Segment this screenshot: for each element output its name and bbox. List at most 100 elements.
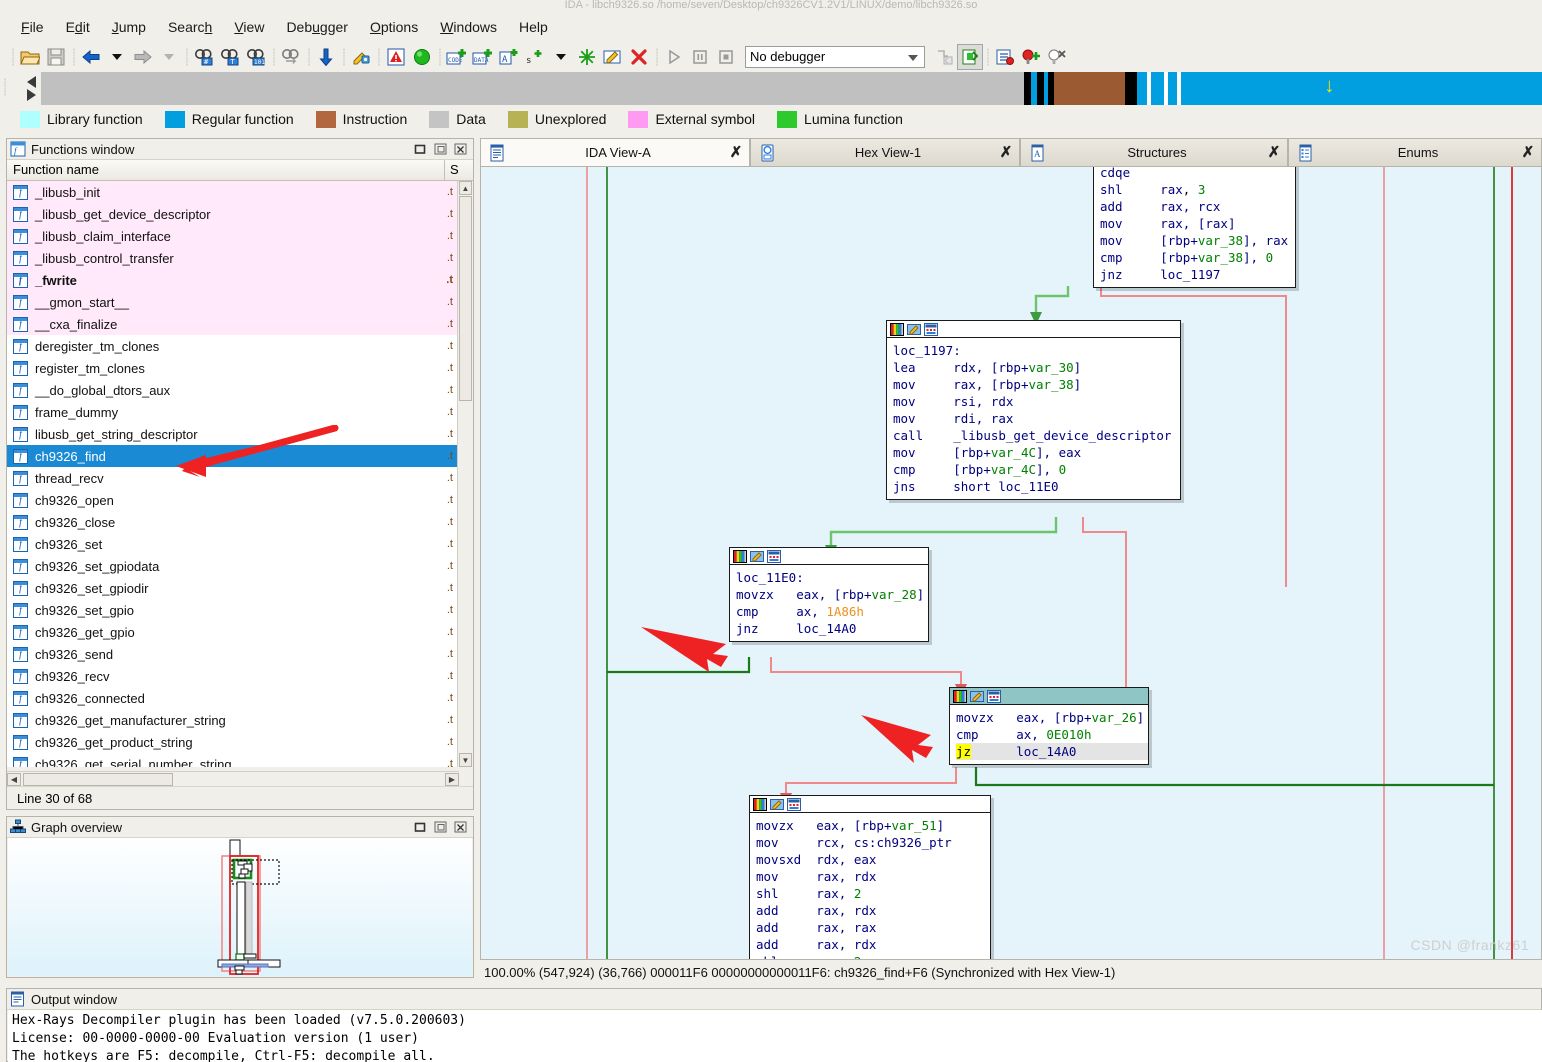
node-instruction-line[interactable]: mov rax, [rax] xyxy=(1100,215,1295,232)
delete-icon[interactable] xyxy=(626,44,652,70)
functions-list[interactable]: f _libusb_init .t f _libusb_get_device_descr… xyxy=(7,181,459,767)
function-list-row[interactable]: f ch9326_set_gpio .t xyxy=(7,599,459,621)
node-instruction-line[interactable]: movzx eax, [rbp+var_51] xyxy=(756,817,990,834)
function-list-row[interactable]: f __gmon_start__ .t xyxy=(7,291,459,313)
nav-forward-icon[interactable] xyxy=(130,44,156,70)
close-icon[interactable] xyxy=(450,819,470,835)
make-struct-dropdown-icon[interactable] xyxy=(548,44,574,70)
node-instruction-line[interactable]: add rax, rcx xyxy=(1100,198,1295,215)
tab-hex-view-1[interactable]: Hex View-1 ✗ xyxy=(750,138,1020,166)
function-list-row[interactable]: f register_tm_clones .t xyxy=(7,357,459,379)
node-color-icon[interactable] xyxy=(953,689,967,703)
column-function-name[interactable]: Function name xyxy=(7,160,445,180)
node-instruction-line[interactable]: mov rcx, cs:ch9326_ptr xyxy=(756,834,990,851)
function-list-row[interactable]: f _libusb_init .t xyxy=(7,181,459,203)
node-instruction-line[interactable]: cmp ax, 0E010h xyxy=(956,726,1148,743)
nav-back-icon[interactable] xyxy=(78,44,104,70)
function-list-row[interactable]: f ch9326_close .t xyxy=(7,511,459,533)
green-circle-icon[interactable] xyxy=(409,44,435,70)
node-titlebar[interactable] xyxy=(887,321,1180,338)
node-titlebar[interactable] xyxy=(750,796,990,813)
function-list-row[interactable]: f deregister_tm_clones .t xyxy=(7,335,459,357)
menu-search[interactable]: Search xyxy=(157,16,223,38)
node-instruction-line[interactable]: call _libusb_get_device_descriptor xyxy=(893,427,1180,444)
make-struct-icon[interactable]: s xyxy=(522,44,548,70)
restore-icon[interactable] xyxy=(410,141,430,157)
function-list-row[interactable]: f libusb_get_string_descriptor .t xyxy=(7,423,459,445)
nav-back-dropdown-icon[interactable] xyxy=(104,44,130,70)
node-instruction-line[interactable]: cmp [rbp+var_38], 0 xyxy=(1100,249,1295,266)
menu-jump[interactable]: Jump xyxy=(101,16,157,38)
close-icon[interactable] xyxy=(450,141,470,157)
node-group-icon[interactable] xyxy=(987,689,1001,703)
function-list-row[interactable]: f _fwrite .t xyxy=(7,269,459,291)
breakpoints-icon[interactable] xyxy=(992,44,1018,70)
warning-icon[interactable] xyxy=(383,44,409,70)
add-breakpoint-icon[interactable] xyxy=(1018,44,1044,70)
node-instruction-line[interactable]: movzx eax, [rbp+var_26] xyxy=(956,709,1148,726)
node-group-icon[interactable] xyxy=(767,549,781,563)
function-list-row[interactable]: f ch9326_recv .t xyxy=(7,665,459,687)
function-list-row[interactable]: f frame_dummy .t xyxy=(7,401,459,423)
scroll-left-arrow-icon[interactable]: ◀ xyxy=(7,773,21,786)
menu-windows[interactable]: Windows xyxy=(429,16,508,38)
edit-function-icon[interactable] xyxy=(348,44,374,70)
node-instruction-line[interactable]: mov rax, rdx xyxy=(756,868,990,885)
node-instruction-line[interactable]: shl rax, 2 xyxy=(756,885,990,902)
search-hash-icon[interactable]: # xyxy=(191,44,217,70)
navigation-band[interactable]: ↓ xyxy=(41,72,1542,105)
node-instruction-line[interactable]: mov rax, [rbp+var_38] xyxy=(893,376,1180,393)
navband-left-arrow-icon[interactable] xyxy=(26,76,36,88)
tab-structures[interactable]: A Structures ✗ xyxy=(1020,138,1288,166)
hscroll-thumb[interactable] xyxy=(23,773,173,786)
function-list-row[interactable]: f thread_recv .t xyxy=(7,467,459,489)
node-instruction-line[interactable]: lea rdx, [rbp+var_30] xyxy=(893,359,1180,376)
tab-close-icon[interactable]: ✗ xyxy=(1515,143,1541,162)
node-instruction-line[interactable]: jns short loc_11E0 xyxy=(893,478,1180,495)
node-edit-icon[interactable] xyxy=(770,798,784,811)
node-color-icon[interactable] xyxy=(753,797,767,811)
make-array-icon[interactable]: A xyxy=(496,44,522,70)
node-color-icon[interactable] xyxy=(733,549,747,563)
tab-ida-view-a[interactable]: IDA View-A ✗ xyxy=(480,138,750,166)
node-edit-icon[interactable] xyxy=(907,323,921,336)
navband-arrows[interactable] xyxy=(21,72,41,105)
debugger-select[interactable]: No debugger xyxy=(745,45,925,68)
open-file-icon[interactable] xyxy=(17,44,43,70)
menu-view[interactable]: View xyxy=(223,16,275,38)
menu-edit[interactable]: Edit xyxy=(55,16,101,38)
function-list-row[interactable]: f ch9326_connected .t xyxy=(7,687,459,709)
function-list-row[interactable]: f ch9326_get_product_string .t xyxy=(7,731,459,753)
function-list-row[interactable]: f ch9326_send .t xyxy=(7,643,459,665)
node-instruction-line[interactable]: jnz loc_14A0 xyxy=(736,620,928,637)
search-text-icon[interactable]: T xyxy=(217,44,243,70)
nav-forward-dropdown-icon[interactable] xyxy=(156,44,182,70)
node-instruction-line[interactable]: cmp ax, 1A86h xyxy=(736,603,928,620)
menu-debugger[interactable]: Debugger xyxy=(275,16,359,38)
graph-node-block[interactable]: cdqe shl rax, 3 add rax, rcx mov rax, [rax… xyxy=(1093,167,1296,288)
tab-close-icon[interactable]: ✗ xyxy=(1261,143,1287,162)
functions-list-vscrollbar[interactable]: ▲ ▼ xyxy=(457,181,472,767)
tab-close-icon[interactable]: ✗ xyxy=(723,143,749,162)
graph-node-block[interactable]: loc_11E0: movzx eax, [rbp+var_28] cmp ax, … xyxy=(729,547,929,642)
function-list-row[interactable]: f ch9326_set .t xyxy=(7,533,459,555)
down-arrow-icon[interactable] xyxy=(313,44,339,70)
function-list-row[interactable]: f ch9326_open .t xyxy=(7,489,459,511)
function-list-row[interactable]: f ch9326_get_gpio .t xyxy=(7,621,459,643)
function-list-row[interactable]: f ch9326_get_manufacturer_string .t xyxy=(7,709,459,731)
ida-graph-view[interactable]: cdqe shl rax, 3 add rax, rcx mov rax, [rax… xyxy=(480,166,1542,960)
node-instruction-line[interactable]: add rax, rax xyxy=(756,919,990,936)
node-edit-icon[interactable] xyxy=(970,690,984,703)
step-into-disabled-icon[interactable]: C xyxy=(931,44,957,70)
float-icon[interactable] xyxy=(430,141,450,157)
node-instruction-line[interactable]: mov rdi, rax xyxy=(893,410,1180,427)
save-icon[interactable] xyxy=(43,44,69,70)
menu-help[interactable]: Help xyxy=(508,16,559,38)
node-instruction-line[interactable]: movsxd rdx, eax xyxy=(756,851,990,868)
stop-icon[interactable] xyxy=(713,44,739,70)
node-instruction-line[interactable]: shl rax, 2 xyxy=(756,953,990,959)
graph-overview-canvas[interactable] xyxy=(8,838,472,976)
function-list-row[interactable]: f ch9326_set_gpiodir .t xyxy=(7,577,459,599)
navband-right-arrow-icon[interactable] xyxy=(26,89,36,101)
node-instruction-line[interactable]: cdqe xyxy=(1100,167,1295,181)
